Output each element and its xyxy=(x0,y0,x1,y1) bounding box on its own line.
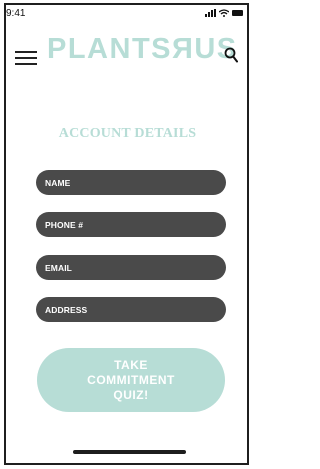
take-commitment-quiz-button[interactable]: TAKE COMMITMENT QUIZ! xyxy=(37,348,225,412)
status-icons xyxy=(205,8,243,18)
quiz-button-line2: COMMITMENT xyxy=(87,372,175,387)
name-field[interactable]: NAME xyxy=(36,170,226,195)
quiz-button-line1: TAKE xyxy=(114,357,148,372)
account-details-title: ACCOUNT DETAILS xyxy=(58,126,197,141)
battery-icon xyxy=(232,10,243,16)
home-indicator[interactable] xyxy=(73,450,186,454)
brand-logo: PLANTSЯUS xyxy=(47,33,238,65)
wifi-icon xyxy=(219,9,229,17)
email-field[interactable]: EMAIL xyxy=(36,255,226,280)
quiz-button-line3: QUIZ! xyxy=(113,387,149,402)
status-time: 9:41 xyxy=(6,8,26,19)
phone-field[interactable]: PHONE # xyxy=(36,212,226,237)
phone-field-label: PHONE # xyxy=(45,219,84,230)
search-icon[interactable] xyxy=(224,47,238,63)
address-field[interactable]: ADDRESS xyxy=(36,297,226,322)
email-field-label: EMAIL xyxy=(45,262,72,273)
hamburger-menu-icon[interactable] xyxy=(15,51,37,65)
address-field-label: ADDRESS xyxy=(45,304,88,315)
name-field-label: NAME xyxy=(45,177,71,188)
signal-icon xyxy=(205,9,216,17)
